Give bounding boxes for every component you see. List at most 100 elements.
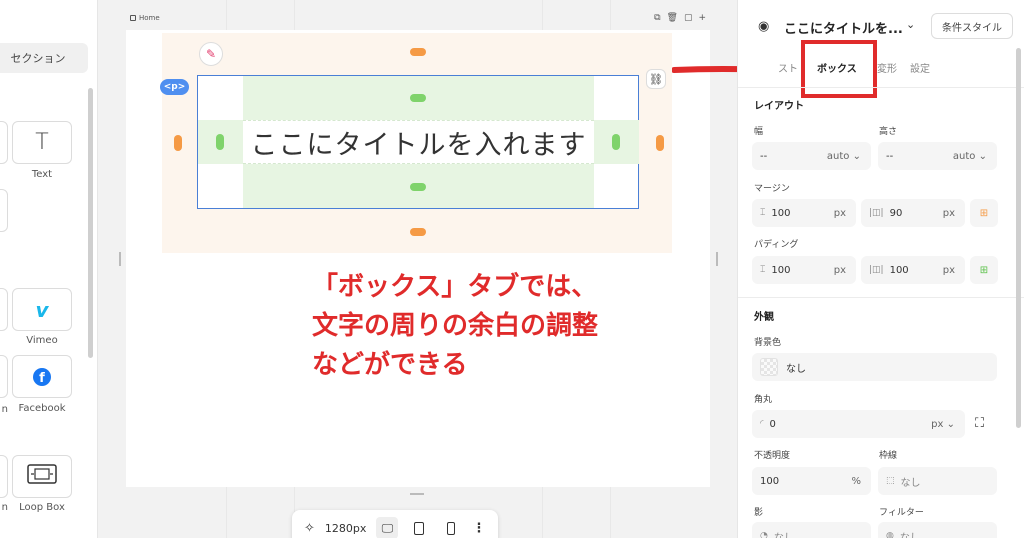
widget-tile-partial[interactable] [0,121,8,164]
vimeo-icon: v [35,297,49,322]
mobile-button[interactable] [440,517,462,538]
widget-label: Loop Box [19,502,65,513]
scrollbar[interactable] [88,88,93,358]
canvas-actions: ⧉ 🗑 ▢ + [654,13,706,23]
widget-label: Facebook [18,403,66,414]
width-unit-select[interactable]: auto ⌄ [827,151,861,162]
filter-icon: ◍ [886,531,894,538]
padding-horizontal-value: 100 [889,264,909,276]
shadow-field[interactable]: ◔ なし [752,522,871,538]
more-icon[interactable]: ⋮ [472,521,485,536]
shadow-icon: ◔ [760,531,768,538]
panel-resize-handle[interactable] [716,252,718,266]
annotation-line: などができる [312,350,468,380]
divider [738,297,1024,298]
expand-corners-icon[interactable]: ⛶ [975,416,984,431]
padding-horizontal-field[interactable]: |◫| 100 px [861,256,965,284]
width-value: -- [760,150,768,162]
edit-button[interactable]: ✎ [199,42,223,66]
text-icon: T [35,130,49,155]
widget-loop-box[interactable] [12,455,72,498]
page-label[interactable]: Home [130,14,160,22]
margin-vertical-field[interactable]: ⌶ 100 px [752,199,856,227]
sparkle-icon[interactable]: ✧ [304,521,315,536]
padding-top-handle[interactable] [410,94,426,102]
tablet-button[interactable] [408,517,430,538]
duplicate-icon[interactable]: ⧉ [654,13,660,23]
layout-section-title: レイアウト [754,101,804,112]
element-title[interactable]: ここにタイトルを... [784,18,903,37]
tablet-icon [414,521,425,535]
radius-value: 0 [769,418,776,430]
shadow-label: 影 [754,508,764,518]
widget-tile-partial[interactable] [0,288,8,331]
opacity-field[interactable]: 100 % [752,467,871,495]
padding-bottom-handle[interactable] [410,183,426,191]
margin-link-toggle[interactable]: ⊞ [970,199,998,227]
chevron-down-icon[interactable]: ⌄ [906,18,915,31]
padding-left-handle[interactable] [216,134,224,150]
panel-tabs: スト ボックス 変形 設定 [738,52,1024,80]
opacity-label: 不透明度 [754,451,791,461]
page-name: Home [139,14,160,22]
widget-text[interactable]: T [12,121,72,164]
filter-label: フィルター [879,508,924,518]
link-button[interactable]: ⛓ [646,69,666,89]
facebook-icon: f [33,367,51,386]
delete-icon[interactable]: 🗑 [667,13,678,23]
tab-style[interactable]: スト [778,60,798,75]
widget-facebook[interactable]: f [12,355,72,398]
margin-bottom-handle[interactable] [410,228,426,236]
divider [738,87,1024,88]
height-unit-select[interactable]: auto ⌄ [953,151,987,162]
corner-radius-icon: ◜ [760,419,764,429]
radius-field[interactable]: ◜ 0 px ⌄ [752,410,965,438]
horizontal-spacing-icon: |◫| [869,265,884,275]
color-swatch[interactable] [760,358,778,376]
background-color-field[interactable]: なし [752,353,997,381]
scrollbar[interactable] [1016,48,1021,428]
padding-label: パディング [754,240,799,250]
page-icon [130,15,136,21]
section-tab-button[interactable]: セクション [0,43,88,73]
padding-vertical-value: 100 [771,264,791,276]
add-icon[interactable]: + [698,13,706,23]
height-value: -- [886,150,894,162]
margin-top-handle[interactable] [410,48,426,56]
border-field[interactable]: ⬚ なし [878,467,997,495]
loop-box-icon [27,463,57,490]
widget-vimeo[interactable]: v [12,288,72,331]
element-tag-badge[interactable]: <p> [160,79,189,95]
annotation-line: 文字の周りの余白の調整 [312,311,599,341]
widget-tile-partial[interactable] [0,455,8,498]
filter-field[interactable]: ◍ なし [878,522,997,538]
margin-horizontal-field[interactable]: |◫| 90 px [861,199,965,227]
eye-icon[interactable]: ◉ [758,19,769,34]
page-canvas[interactable]: ここにタイトルを入れます [126,30,710,487]
tab-transform[interactable]: 変形 [877,60,897,75]
condition-style-button[interactable]: 条件スタイル [931,13,1013,39]
tab-settings[interactable]: 設定 [910,60,930,75]
background-value: なし [786,363,806,375]
margin-right-handle[interactable] [656,135,664,151]
radius-unit-select[interactable]: px ⌄ [931,419,955,430]
padding-vertical-field[interactable]: ⌶ 100 px [752,256,856,284]
padding-link-toggle[interactable]: ⊞ [970,256,998,284]
unit-label: px [942,207,955,219]
filter-value: なし [899,532,920,538]
height-field[interactable]: -- auto ⌄ [878,142,997,170]
link-icon: ⛓ [649,72,663,86]
panel-resize-handle[interactable] [119,252,121,266]
copy-icon[interactable]: ▢ [684,13,693,23]
canvas-resize-handle[interactable] [410,493,424,495]
margin-left-handle[interactable] [174,135,182,151]
padding-right-handle[interactable] [612,134,620,150]
tab-highlight-box [801,40,877,98]
viewport-width[interactable]: 1280px [325,522,367,535]
desktop-button[interactable]: 🖵 [376,517,399,538]
border-label: 枠線 [879,451,898,461]
radius-label: 角丸 [754,395,773,405]
width-field[interactable]: -- auto ⌄ [752,142,871,170]
widget-tile-partial[interactable] [0,355,8,398]
widget-tile-partial[interactable] [0,189,8,232]
